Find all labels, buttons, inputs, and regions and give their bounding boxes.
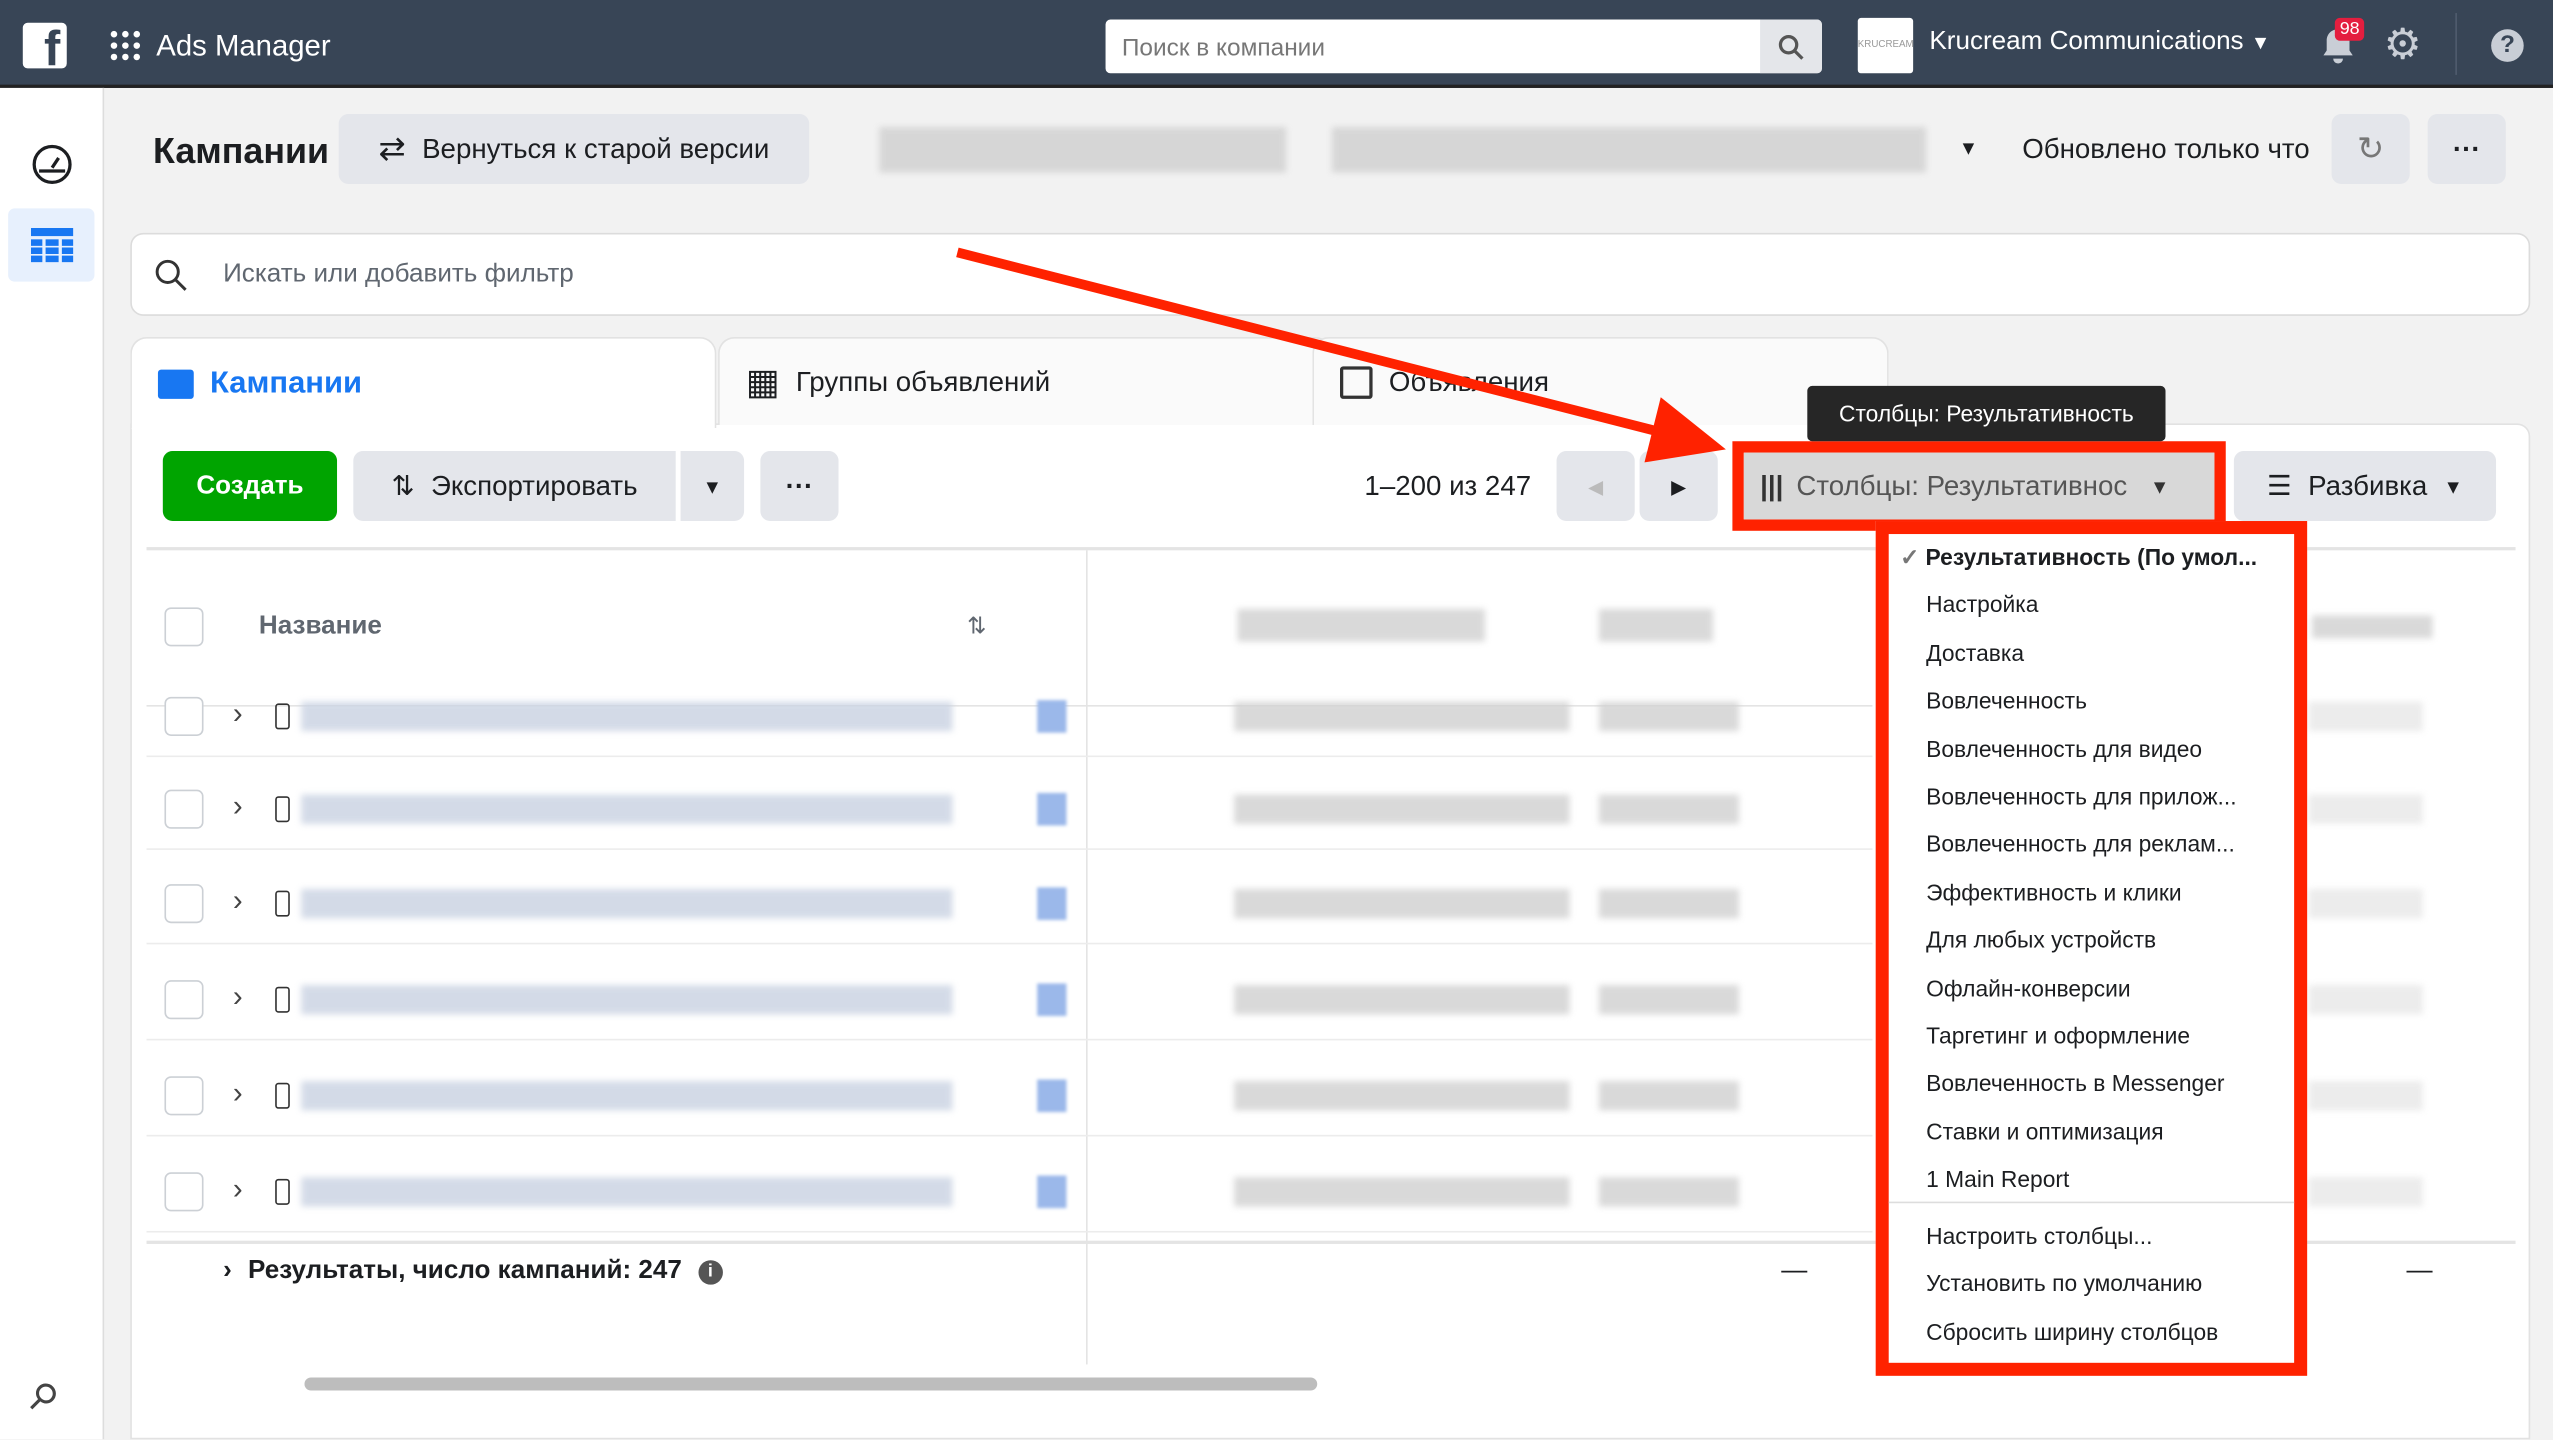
- arrow-head: [1644, 397, 1726, 463]
- annotation-arrow: [956, 247, 1726, 463]
